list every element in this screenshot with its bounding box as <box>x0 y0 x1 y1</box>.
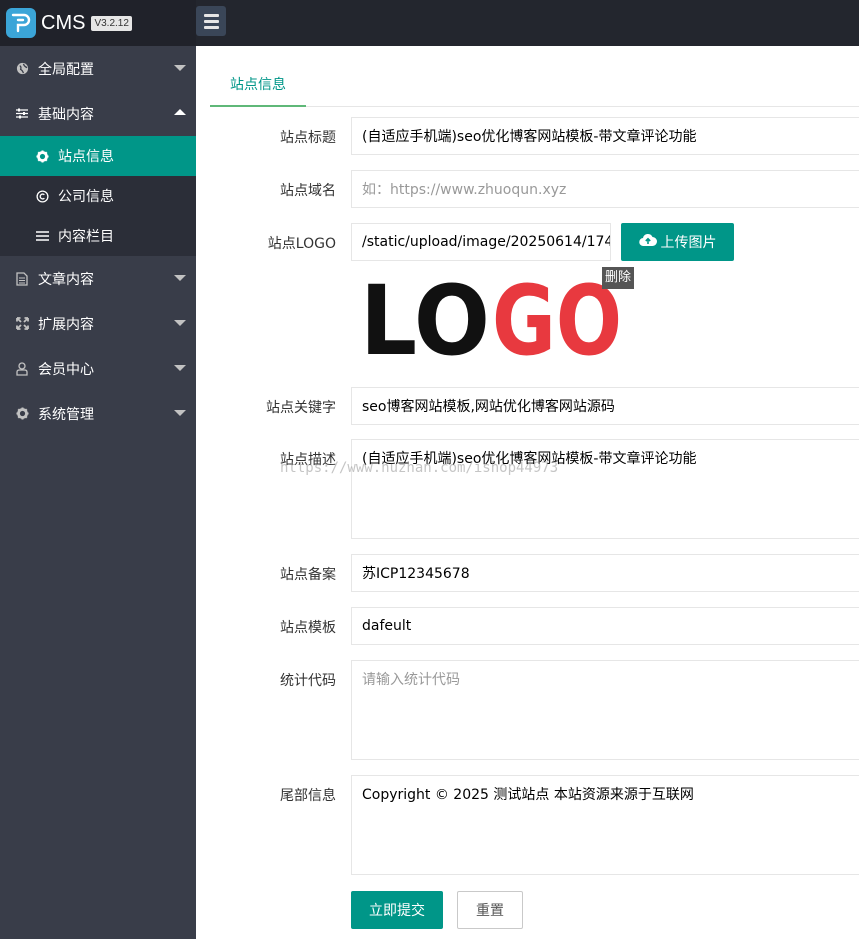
brand: CMS V3.2.12 <box>0 0 196 46</box>
hamburger-icon[interactable] <box>196 6 226 36</box>
sidebar-item-label: 站点信息 <box>58 149 114 165</box>
gear-icon <box>35 149 49 163</box>
sidebar-item-label: 内容栏目 <box>58 229 114 245</box>
site-title-label: 站点标题 <box>280 130 336 146</box>
site-domain-input[interactable]: 如：https://www.zhuoqun.xyz <box>351 170 859 208</box>
list-icon <box>35 229 49 243</box>
watermark: https://www.huzhan.com/ishop44973 <box>280 460 559 476</box>
site-logo-input[interactable]: /static/upload/image/20250614/1749886 <box>351 223 611 261</box>
site-icp-label: 站点备案 <box>280 567 336 583</box>
site-keywords-input[interactable]: seo博客网站模板,网站优化博客网站源码 <box>351 387 859 425</box>
sidebar: 全局配置 基础内容 站点信息 公司信息 内容栏目 文章内容 扩展内容 会员中心 … <box>0 46 196 939</box>
site-description-textarea[interactable]: (自适应手机端)seo优化博客网站模板-带文章评论功能 <box>351 439 859 539</box>
sidebar-item-member-center[interactable]: 会员中心 <box>0 346 196 391</box>
site-keywords-label: 站点关键字 <box>266 400 336 416</box>
tab-site-info[interactable]: 站点信息 <box>210 63 306 107</box>
chevron-down-icon <box>174 365 186 371</box>
site-domain-label: 站点域名 <box>280 183 336 199</box>
chevron-down-icon <box>174 320 186 326</box>
upload-button-label: 上传图片 <box>660 235 717 251</box>
sliders-icon <box>15 107 29 121</box>
site-logo-label: 站点LOGO <box>267 236 336 252</box>
footer-info-label: 尾部信息 <box>280 788 336 804</box>
sidebar-item-label: 会员中心 <box>38 361 94 378</box>
footer-info-textarea[interactable]: Copyright © 2025 测试站点 本站资源来源于互联网 <box>351 775 859 875</box>
logo-preview-image: LO GO <box>360 265 624 377</box>
sidebar-item-site-info[interactable]: 站点信息 <box>0 136 196 176</box>
cloud-upload-icon <box>638 233 657 251</box>
sidebar-item-article-content[interactable]: 文章内容 <box>0 256 196 301</box>
copyright-icon <box>35 189 49 203</box>
chevron-down-icon <box>174 410 186 416</box>
sidebar-item-label: 系统管理 <box>38 406 94 423</box>
site-icp-input[interactable]: 苏ICP12345678 <box>351 554 859 592</box>
expand-icon <box>15 317 29 331</box>
top-bar: CMS V3.2.12 <box>0 0 859 46</box>
sidebar-item-label: 全局配置 <box>38 61 94 78</box>
sidebar-item-system-management[interactable]: 系统管理 <box>0 391 196 436</box>
user-icon <box>15 361 29 376</box>
version-badge: V3.2.12 <box>91 15 132 31</box>
app-name: CMS <box>41 11 86 34</box>
sidebar-item-extended-content[interactable]: 扩展内容 <box>0 301 196 346</box>
sidebar-submenu: 站点信息 公司信息 内容栏目 <box>0 136 196 256</box>
stats-code-textarea[interactable]: 请输入统计代码 <box>351 660 859 760</box>
gear-icon <box>15 407 29 421</box>
reset-button[interactable]: 重置 <box>457 891 523 929</box>
chevron-down-icon <box>174 65 186 71</box>
brand-logo-icon <box>6 8 36 38</box>
sidebar-item-company-info[interactable]: 公司信息 <box>0 176 196 216</box>
chevron-up-icon <box>174 109 186 115</box>
tab-bar: 站点信息 <box>210 63 859 107</box>
upload-image-button[interactable]: 上传图片 <box>621 223 734 261</box>
globe-icon <box>15 62 29 76</box>
chevron-down-icon <box>174 275 186 281</box>
stats-code-label: 统计代码 <box>280 673 336 689</box>
site-template-label: 站点模板 <box>280 620 336 636</box>
sidebar-item-label: 基础内容 <box>38 106 94 123</box>
sidebar-item-label: 扩展内容 <box>38 316 94 333</box>
sidebar-item-basic-content[interactable]: 基础内容 <box>0 91 196 136</box>
submit-button[interactable]: 立即提交 <box>351 891 443 929</box>
sidebar-item-content-columns[interactable]: 内容栏目 <box>0 216 196 256</box>
site-template-input[interactable]: dafeult <box>351 607 859 645</box>
document-icon <box>15 271 29 286</box>
svg-text:LO: LO <box>360 276 490 356</box>
site-title-input[interactable]: (自适应手机端)seo优化博客网站模板-带文章评论功能 <box>351 117 859 155</box>
sidebar-item-global-config[interactable]: 全局配置 <box>0 46 196 91</box>
delete-logo-button[interactable]: 删除 <box>602 267 635 289</box>
sidebar-item-label: 文章内容 <box>38 271 94 288</box>
main-content: 站点信息 站点标题 (自适应手机端)seo优化博客网站模板-带文章评论功能 站点… <box>196 46 859 939</box>
sidebar-item-label: 公司信息 <box>58 189 114 205</box>
